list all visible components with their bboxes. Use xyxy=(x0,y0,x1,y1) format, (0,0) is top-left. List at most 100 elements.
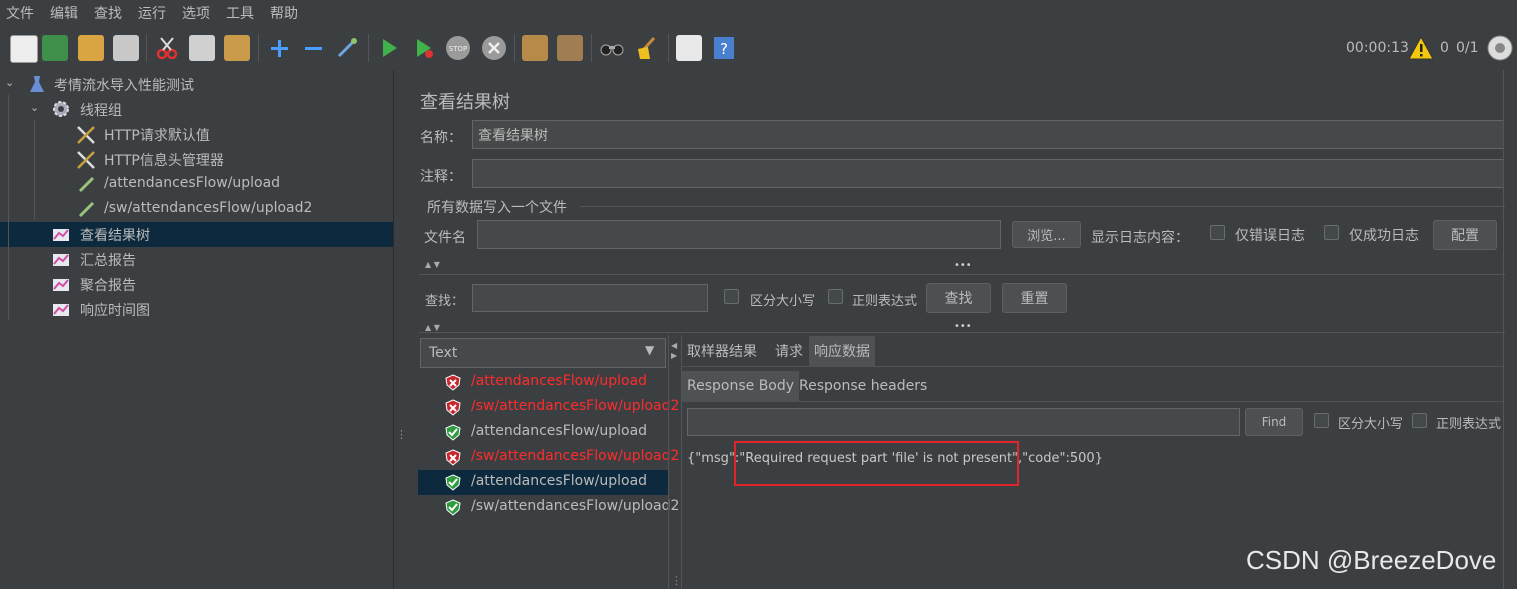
regex-label: 正则表达式 xyxy=(852,294,918,309)
menu-edit[interactable]: 编辑 xyxy=(50,3,78,23)
vertical-scrollbar[interactable] xyxy=(1503,70,1517,589)
collapse-minus-icon[interactable] xyxy=(300,35,326,61)
success-only-checkbox[interactable] xyxy=(1324,225,1339,240)
search-button[interactable]: 查找 xyxy=(926,283,991,313)
tab-response-headers[interactable]: Response headers xyxy=(794,371,932,401)
chevron-down-icon[interactable]: ⌄ xyxy=(5,76,14,89)
clear-broom-icon[interactable] xyxy=(634,35,660,61)
tab-response-body[interactable]: Response Body xyxy=(682,371,800,401)
case-sensitive-checkbox[interactable] xyxy=(724,289,739,304)
cut-icon[interactable] xyxy=(154,35,180,61)
tab-request[interactable]: 请求 xyxy=(770,336,808,366)
thread-group-gear-icon xyxy=(52,100,70,118)
toggle-wand-icon[interactable] xyxy=(334,35,360,61)
result-item[interactable]: /attendancesFlow/upload xyxy=(418,420,668,445)
save-icon[interactable] xyxy=(113,35,139,61)
tree-item-sampler-upload[interactable]: /attendancesFlow/upload xyxy=(0,172,393,197)
menu-run[interactable]: 运行 xyxy=(138,3,166,23)
tree-item-thread-group[interactable]: ⌄ 线程组 xyxy=(0,97,393,122)
result-item[interactable]: /sw/attendancesFlow/upload2 xyxy=(418,495,679,520)
copy-icon[interactable] xyxy=(189,35,215,61)
result-item[interactable]: /attendancesFlow/upload xyxy=(418,370,668,395)
svg-text:?: ? xyxy=(720,40,728,58)
start-no-pause-icon[interactable] xyxy=(410,35,436,61)
test-plan-icon xyxy=(28,75,46,93)
menu-file[interactable]: 文件 xyxy=(6,3,34,23)
results-split-divider[interactable]: ◀ ▶ xyxy=(668,335,682,589)
splitter-arrows-icon[interactable]: ▲ ▼ xyxy=(425,323,440,332)
result-item-selected[interactable]: /attendancesFlow/upload xyxy=(418,470,668,495)
active-threads: 0/1 xyxy=(1456,40,1479,56)
menu-search[interactable]: 查找 xyxy=(94,3,122,23)
filename-input[interactable] xyxy=(477,220,1001,249)
expand-plus-icon[interactable] xyxy=(266,35,292,61)
tree-item-response-time-graph[interactable]: 响应时间图 xyxy=(0,297,393,322)
open-folder-icon[interactable] xyxy=(78,35,104,61)
splitter-arrows-icon[interactable]: ◀ ▶ xyxy=(671,341,677,361)
listener-chart-icon xyxy=(52,301,70,319)
tree-item-sampler-upload2[interactable]: /sw/attendancesFlow/upload2 xyxy=(0,197,393,222)
remote-stop-icon[interactable] xyxy=(557,35,583,61)
find-regex-checkbox[interactable] xyxy=(1412,413,1427,428)
error-shield-icon xyxy=(445,449,461,466)
tree-item-header-manager[interactable]: HTTP信息头管理器 xyxy=(0,147,393,172)
remote-start-icon[interactable] xyxy=(522,35,548,61)
function-helper-icon[interactable] xyxy=(676,35,702,61)
menu-tools[interactable]: 工具 xyxy=(226,3,254,23)
result-label: /attendancesFlow/upload xyxy=(471,473,648,489)
tree-item-summary-report[interactable]: 汇总报告 xyxy=(0,247,393,272)
new-icon[interactable] xyxy=(10,35,38,63)
panel-title: 查看结果树 xyxy=(420,92,510,113)
tab-sampler-result[interactable]: 取样器结果 xyxy=(682,336,762,366)
splitter-grip-icon[interactable]: ••• xyxy=(954,321,972,332)
tab-response-data[interactable]: 响应数据 xyxy=(809,336,875,366)
start-icon[interactable] xyxy=(376,35,402,61)
menu-bar: 文件 编辑 查找 运行 选项 工具 帮助 xyxy=(0,0,1517,26)
remote-engine-icon[interactable] xyxy=(1486,34,1514,62)
tree-item-test-plan[interactable]: ⌄ 考情流水导入性能测试 xyxy=(0,72,393,97)
case-sensitive-label: 区分大小写 xyxy=(750,294,816,309)
response-find-input[interactable] xyxy=(687,408,1240,436)
result-label: /sw/attendancesFlow/upload2 xyxy=(471,498,680,514)
tree-item-view-results-tree[interactable]: 查看结果树 xyxy=(0,222,393,247)
result-label: /sw/attendancesFlow/upload2 xyxy=(471,448,680,464)
renderer-select-value: Text xyxy=(429,345,458,361)
find-case-checkbox[interactable] xyxy=(1314,413,1329,428)
tree-item-aggregate-report[interactable]: 聚合报告 xyxy=(0,272,393,297)
tree-label: 考情流水导入性能测试 xyxy=(54,78,194,94)
browse-button[interactable]: 浏览... xyxy=(1012,221,1081,248)
regex-checkbox[interactable] xyxy=(828,289,843,304)
tree-label: 线程组 xyxy=(80,103,122,119)
drag-handle-icon[interactable]: ⋮ xyxy=(671,574,682,587)
help-icon[interactable]: ? xyxy=(711,35,737,61)
search-binoculars-icon[interactable] xyxy=(599,35,625,61)
paste-icon[interactable] xyxy=(224,35,250,61)
dropdown-arrow-icon[interactable]: ▼ xyxy=(645,343,654,357)
find-button[interactable]: Find xyxy=(1245,408,1303,436)
stop-icon[interactable]: STOP xyxy=(445,35,471,61)
section-border xyxy=(580,206,1505,207)
chevron-down-icon[interactable]: ⌄ xyxy=(30,101,39,114)
warning-icon[interactable] xyxy=(1408,35,1434,60)
tree-label: 汇总报告 xyxy=(80,253,136,269)
success-shield-icon xyxy=(445,424,461,441)
splitter-grip-icon[interactable]: ••• xyxy=(954,260,972,271)
warning-count: 0 xyxy=(1440,40,1449,56)
filename-label: 文件名 xyxy=(424,230,466,246)
configure-button[interactable]: 配置 xyxy=(1433,220,1497,250)
result-item[interactable]: /sw/attendancesFlow/upload2 xyxy=(418,395,679,420)
shutdown-icon[interactable] xyxy=(481,35,507,61)
templates-icon[interactable] xyxy=(42,35,68,61)
result-item[interactable]: /sw/attendancesFlow/upload2 xyxy=(418,445,679,470)
reset-button[interactable]: 重置 xyxy=(1002,283,1067,313)
menu-options[interactable]: 选项 xyxy=(182,3,210,23)
search-input[interactable] xyxy=(472,284,708,312)
errors-only-checkbox[interactable] xyxy=(1210,225,1225,240)
comment-input[interactable] xyxy=(472,159,1504,188)
renderer-select[interactable]: Text ▼ xyxy=(420,338,666,368)
menu-help[interactable]: 帮助 xyxy=(270,3,298,23)
name-input[interactable]: 查看结果树 xyxy=(472,120,1504,149)
splitter-arrows-icon[interactable]: ▲ ▼ xyxy=(425,260,440,269)
tree-label: /sw/attendancesFlow/upload2 xyxy=(104,200,313,216)
tree-item-http-defaults[interactable]: HTTP请求默认值 xyxy=(0,122,393,147)
